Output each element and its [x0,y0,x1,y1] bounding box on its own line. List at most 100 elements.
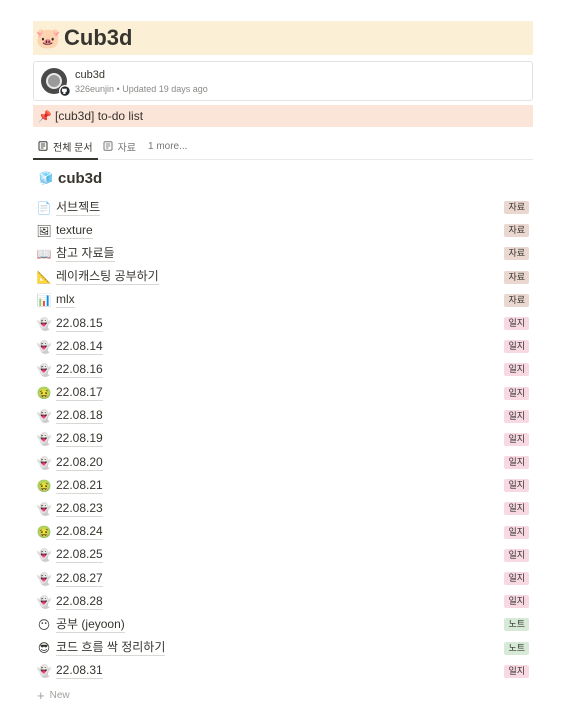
list-item-title[interactable]: 22.08.14 [56,339,103,355]
new-row-label: New [49,689,70,701]
list-item-title[interactable]: 22.08.24 [56,524,103,541]
notion-page: 🐷 Cub3d cub3d 326eunjin • Updated 19 day… [0,0,570,721]
ghost-icon: 👻 [36,548,52,563]
ice-cube-icon[interactable]: 🧊 [38,171,54,185]
list-item-title[interactable]: 22.08.31 [56,663,103,680]
category-tag: 일지 [504,432,529,446]
list-item[interactable]: 👻 22.08.18 일지 [33,405,533,428]
category-tag: 일지 [504,664,529,678]
category-tag: 일지 [504,525,529,539]
list-item[interactable]: 😎 코드 흐름 싹 정리하기 노트 [33,637,533,660]
list-item[interactable]: 👻 22.08.20 일지 [33,451,533,474]
avatar [41,68,71,97]
list-item[interactable]: 👻 22.08.25 일지 [33,544,533,567]
list-item-title[interactable]: mlx [56,292,75,309]
todo-callout[interactable]: 📌 [cub3d] to-do list [33,105,533,127]
ghost-icon: 👻 [36,362,52,377]
database-view-tabs: 전체 문서 자료 1 more... [33,133,533,160]
page-icon: 📄 [36,200,52,215]
category-tag: 일지 [504,363,529,377]
category-tag: 일지 [504,548,529,562]
category-tag: 일지 [504,409,529,423]
category-tag: 노트 [504,641,529,655]
list-item-title[interactable]: 서브젝트 [56,200,101,216]
list-item[interactable]: 👻 22.08.15 일지 [33,312,533,335]
list-item-title[interactable]: 22.08.28 [56,594,103,610]
page-title[interactable]: Cub3d [64,25,132,51]
category-tag: 일지 [504,479,529,493]
database-title: 🧊 cub3d [38,167,103,189]
list-item[interactable]: 👻 22.08.31 일지 [33,660,533,683]
list-item[interactable]: 🤢 22.08.24 일지 [33,521,533,544]
list-item-title[interactable]: 22.08.15 [56,316,103,332]
category-tag: 일지 [504,595,529,609]
tab-label: 자료 [117,142,136,154]
tab-materials[interactable]: 자료 [98,133,141,159]
list-item[interactable]: 👻 22.08.27 일지 [33,567,533,590]
document-icon [103,141,113,151]
list-item[interactable]: 📖 참고 자료들 자료 [33,242,533,265]
list-item-title[interactable]: 22.08.18 [56,408,103,425]
category-tag: 자료 [504,224,529,238]
nauseated-face-icon: 🤢 [36,386,52,401]
ghost-icon: 👻 [36,594,52,609]
category-tag: 자료 [504,247,529,261]
ghost-icon: 👻 [36,571,52,586]
list-item-title[interactable]: 참고 자료들 [56,246,115,262]
list-item-title[interactable]: 22.08.23 [56,501,103,518]
ghost-icon: 👻 [36,316,52,331]
ghost-icon: 👻 [36,339,52,354]
list-item-title[interactable]: 22.08.17 [56,385,103,402]
list-item-title[interactable]: texture [56,223,93,239]
nauseated-face-icon: 🤢 [36,525,52,540]
document-icon [38,141,48,151]
category-tag: 자료 [504,293,529,307]
list-item-title[interactable]: 코드 흐름 싹 정리하기 [56,640,166,657]
category-tag: 일지 [504,456,529,470]
category-tag: 일지 [504,340,529,354]
nauseated-face-icon: 🤢 [36,478,52,493]
github-icon [59,85,71,97]
list-item[interactable]: 👻 22.08.23 일지 [33,497,533,520]
tab-all-docs[interactable]: 전체 문서 [33,133,98,160]
list-item-title[interactable]: 22.08.25 [56,547,103,564]
list-item[interactable]: 👻 22.08.14 일지 [33,335,533,358]
list-item[interactable]: 📄 서브젝트 자료 [33,196,533,219]
ghost-icon: 👻 [36,664,52,679]
category-tag: 자료 [504,201,529,214]
tab-label: 1 more... [148,140,188,152]
ghost-icon: 👻 [36,502,52,517]
list-item-title[interactable]: 레이캐스팅 공부하기 [56,269,159,286]
list-item[interactable]: 🤢 22.08.17 일지 [33,382,533,405]
list-item-title[interactable]: 22.08.16 [56,362,103,378]
list-item[interactable]: 👻 22.08.19 일지 [33,428,533,451]
tab-more[interactable]: 1 more... [143,133,192,159]
list-item-title[interactable]: 22.08.21 [56,478,103,494]
category-tag: 일지 [504,572,529,585]
bookmark-repo-name: cub3d [75,68,105,81]
image-icon: 🖼 [36,223,52,238]
list-item-title[interactable]: 22.08.20 [56,455,103,471]
list-item-title[interactable]: 22.08.19 [56,431,103,448]
callout-text: [cub3d] to-do list [55,109,144,123]
plus-icon: + [37,687,45,703]
list-item[interactable]: 🖼 texture 자료 [33,219,533,242]
list-item[interactable]: 👻 22.08.28 일지 [33,590,533,613]
new-row-button[interactable]: + New [37,687,70,703]
list-item[interactable]: 📊 mlx 자료 [33,289,533,312]
database-title-text[interactable]: cub3d [58,170,102,187]
github-bookmark[interactable]: cub3d 326eunjin • Updated 19 days ago [33,61,533,101]
category-tag: 일지 [504,316,529,330]
bookmark-meta: 326eunjin • Updated 19 days ago [75,83,208,94]
list-item[interactable]: 📐 레이캐스팅 공부하기 자료 [33,266,533,289]
list-item[interactable]: 🤢 22.08.21 일지 [33,474,533,497]
ghost-icon: 👻 [36,432,52,447]
list-item-title[interactable]: 공부 (jeyoon) [56,617,125,633]
ghost-icon: 👻 [36,409,52,424]
bar-chart-icon: 📊 [36,293,52,308]
triangle-ruler-icon: 📐 [36,270,52,285]
list-item[interactable]: 😶 공부 (jeyoon) 노트 [33,613,533,636]
pig-face-icon[interactable]: 🐷 [35,26,61,50]
list-item[interactable]: 👻 22.08.16 일지 [33,358,533,381]
list-item-title[interactable]: 22.08.27 [56,571,103,587]
